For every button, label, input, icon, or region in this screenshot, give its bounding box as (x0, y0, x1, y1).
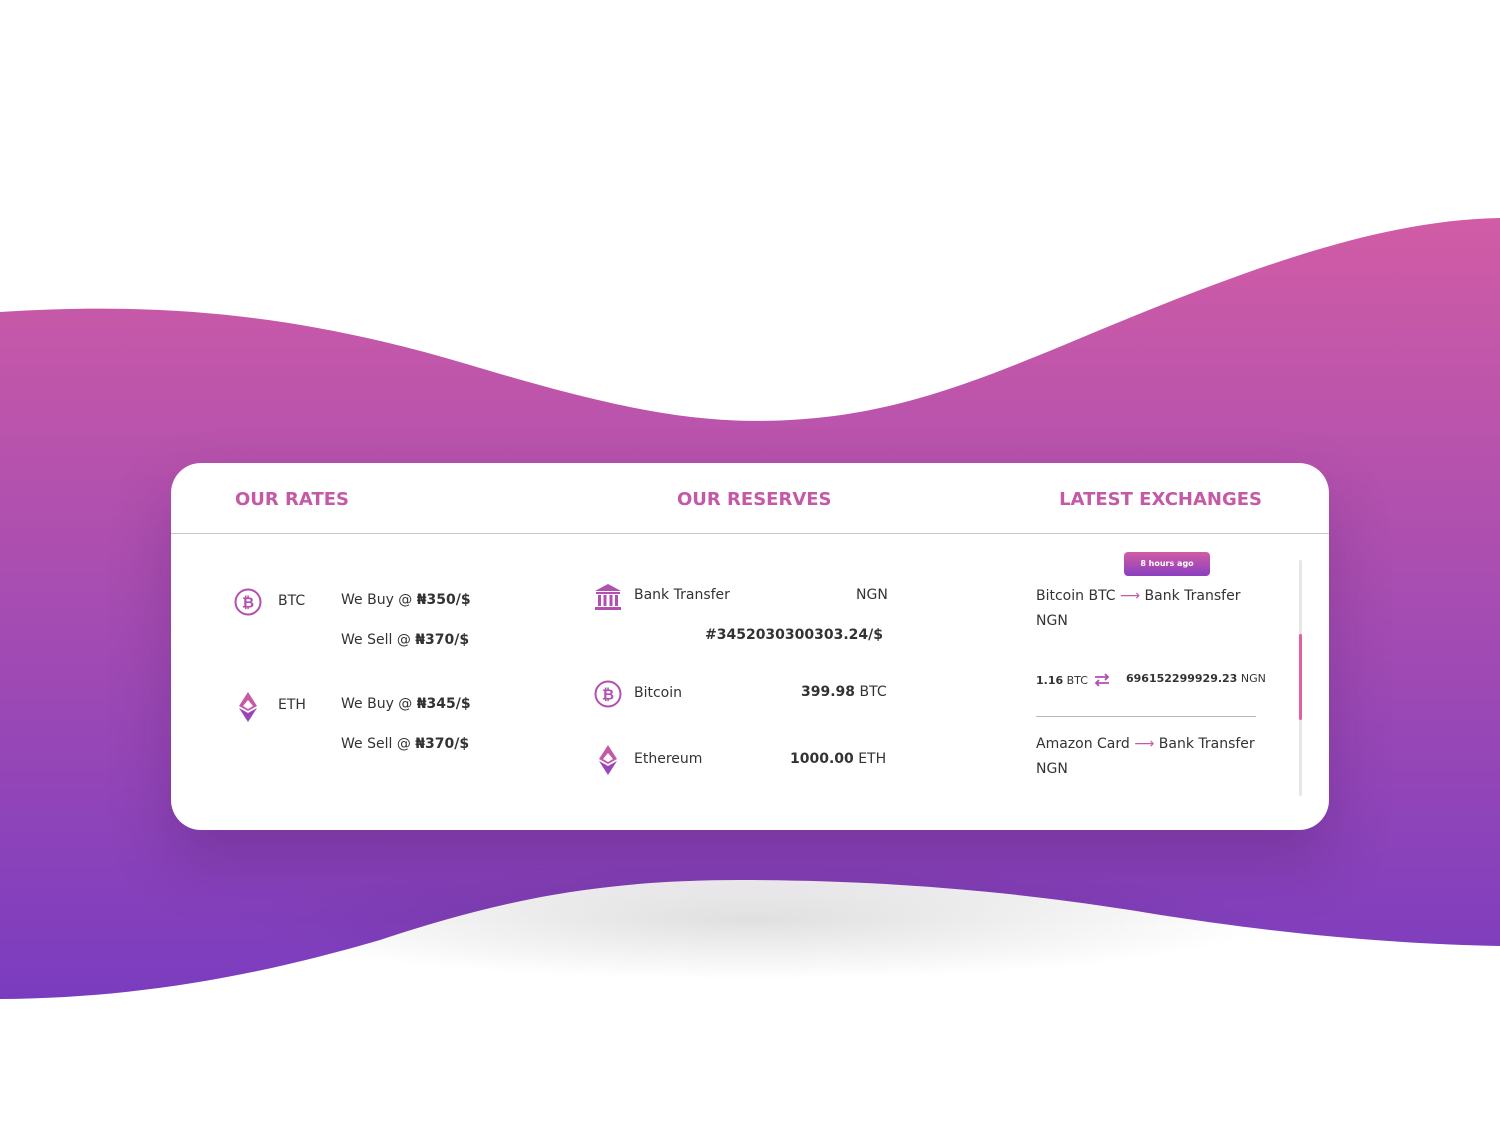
svg-text:₿: ₿ (602, 686, 614, 704)
eth-sell-rate: We Sell @ ₦370/$ (341, 736, 469, 752)
bitcoin-icon: ₿ (234, 588, 262, 616)
reserve-amount-bitcoin: 399.98 BTC (801, 684, 887, 700)
buy-value: ₦345/$ (416, 696, 471, 712)
eth-buy-rate: We Buy @ ₦345/$ (341, 696, 471, 712)
scrollbar-track[interactable] (1299, 560, 1302, 796)
panel-header: OUR RATES OUR RESERVES LATEST EXCHANGES (171, 463, 1329, 534)
btc-buy-rate: We Buy @ ₦350/$ (341, 592, 471, 608)
exchange-panel: OUR RATES OUR RESERVES LATEST EXCHANGES … (171, 463, 1329, 830)
our-rates-heading: OUR RATES (235, 489, 349, 510)
exchange-send-amount: 1.16 BTC (1036, 674, 1088, 687)
swap-icon (1094, 673, 1110, 687)
divider (1036, 716, 1256, 717)
exchange-item[interactable]: Bitcoin BTC ⟶ Bank Transfer NGN (1036, 584, 1256, 634)
reserve-name-ethereum: Ethereum (634, 751, 703, 767)
amount-unit: BTC (855, 684, 887, 700)
arrow-right-icon: ⟶ (1120, 588, 1141, 604)
exchange-from: Amazon Card (1036, 736, 1135, 752)
bitcoin-icon: ₿ (594, 680, 622, 708)
svg-text:₿: ₿ (242, 594, 254, 612)
amount-unit: ETH (853, 751, 887, 767)
buy-label: We Buy @ (341, 696, 417, 712)
reserve-amount-bank: #3452030300303.24/$ (705, 627, 884, 643)
our-reserves-heading: OUR RESERVES (677, 489, 832, 510)
send-unit: BTC (1063, 674, 1088, 687)
exchange-from: Bitcoin BTC (1036, 588, 1121, 604)
reserve-name-bitcoin: Bitcoin (634, 685, 683, 701)
reserve-currency-bank: NGN (856, 587, 888, 603)
buy-value: ₦350/$ (416, 592, 471, 608)
bank-icon (595, 584, 621, 610)
sell-label: We Sell @ (341, 632, 416, 648)
amount-value: 399.98 (801, 684, 856, 700)
receive-unit: NGN (1237, 672, 1266, 685)
amount-value: 1000.00 (790, 751, 854, 767)
reserve-amount-ethereum: 1000.00 ETH (790, 751, 886, 767)
exchange-item[interactable]: Amazon Card ⟶ Bank Transfer NGN (1036, 732, 1256, 782)
time-badge: 8 hours ago (1124, 552, 1210, 576)
ethereum-icon (239, 692, 257, 722)
scrollbar-thumb[interactable] (1299, 634, 1302, 720)
btc-sell-rate: We Sell @ ₦370/$ (341, 632, 469, 648)
latest-exchanges-heading: LATEST EXCHANGES (1059, 489, 1262, 510)
ethereum-icon (599, 745, 617, 775)
receive-value: 696152299929.23 (1126, 672, 1238, 685)
sell-value: ₦370/$ (415, 632, 470, 648)
send-value: 1.16 (1036, 674, 1064, 687)
reserve-name-bank: Bank Transfer (634, 587, 730, 603)
buy-label: We Buy @ (341, 592, 417, 608)
exchange-receive-amount: 696152299929.23 NGN (1126, 672, 1266, 685)
sell-label: We Sell @ (341, 736, 416, 752)
sell-value: ₦370/$ (415, 736, 470, 752)
arrow-right-icon: ⟶ (1134, 736, 1155, 752)
rate-symbol-eth: ETH (278, 697, 306, 713)
rate-symbol-btc: BTC (278, 593, 306, 609)
